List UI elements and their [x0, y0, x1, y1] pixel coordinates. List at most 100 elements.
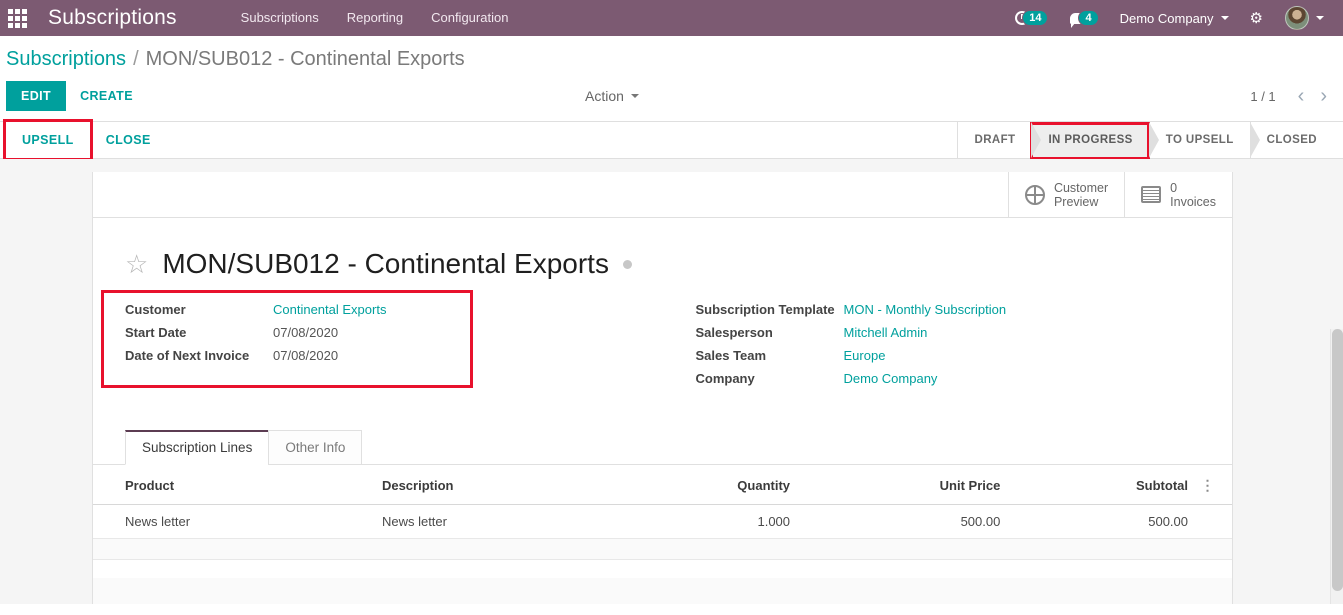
- stage-to-upsell[interactable]: TO UPSELL: [1148, 122, 1260, 158]
- scrollbar-thumb[interactable]: [1332, 329, 1343, 591]
- record-title-area: ☆ MON/SUB012 - Continental Exports: [93, 218, 1232, 280]
- field-sales-team: Sales Team Europe: [696, 348, 1233, 363]
- notebook: Subscription Lines Other Info: [93, 430, 1232, 465]
- messaging-menu[interactable]: 4: [1059, 10, 1109, 28]
- field-sales-team-label: Sales Team: [695, 348, 767, 363]
- chevron-down-icon: [1220, 16, 1229, 20]
- stat-buttons-box: Customer Preview 0 Invoices: [93, 172, 1232, 218]
- chevron-right-icon[interactable]: ›: [1312, 86, 1335, 106]
- field-company-value[interactable]: Demo Company: [844, 371, 938, 386]
- close-button[interactable]: CLOSE: [90, 122, 167, 158]
- nav-menu-reporting[interactable]: Reporting: [333, 0, 417, 36]
- pager-counter: 1 / 1: [1250, 88, 1276, 104]
- field-start-date-label: Start Date: [125, 325, 187, 340]
- record-pager: 1 / 1 ‹ ›: [1250, 86, 1335, 106]
- create-button[interactable]: CREATE: [66, 82, 147, 110]
- favorite-star-icon[interactable]: ☆: [125, 251, 148, 277]
- column-header-unit-price: Unit Price: [800, 465, 1011, 505]
- field-date-next-invoice-label: Date of Next Invoice: [125, 348, 250, 363]
- column-header-subtotal: Subtotal: [1010, 465, 1198, 505]
- table-row[interactable]: News letter News letter 1.000 500.00 500…: [93, 504, 1232, 539]
- avatar: [1285, 6, 1309, 30]
- field-sales-team-value[interactable]: Europe: [844, 348, 886, 363]
- vertical-dots-options-icon: ⋮: [1200, 477, 1216, 493]
- nav-menu-subscriptions[interactable]: Subscriptions: [227, 0, 333, 36]
- field-company: Company Demo Company: [696, 371, 1233, 386]
- company-name-label: Demo Company: [1119, 10, 1214, 26]
- field-subscription-template-label: Subscription Template: [695, 302, 835, 317]
- form-column-right: Subscription Template MON - Monthly Subs…: [663, 302, 1233, 394]
- messages-count-badge: 4: [1078, 10, 1099, 26]
- form-view-body: Customer Preview 0 Invoices ☆ MON/SUB012…: [0, 159, 1343, 604]
- company-switcher[interactable]: Demo Company: [1110, 11, 1239, 26]
- activity-count-badge: 14: [1022, 10, 1049, 26]
- activity-menu[interactable]: 14: [1004, 10, 1059, 26]
- stage-pipeline: DRAFT IN PROGRESS TO UPSELL CLOSED: [957, 122, 1343, 158]
- cell-unit-price[interactable]: 500.00: [800, 504, 1011, 539]
- tab-other-info[interactable]: Other Info: [268, 430, 363, 465]
- subscription-lines-table: Product Description Quantity Unit Price …: [93, 465, 1232, 604]
- cell-subtotal[interactable]: 500.00: [1010, 504, 1198, 539]
- invoices-count: 0: [1170, 180, 1178, 195]
- field-customer: Customer Continental Exports: [125, 302, 663, 317]
- globe-icon: [1024, 184, 1045, 205]
- cell-product[interactable]: News letter: [93, 504, 372, 539]
- column-header-product: Product: [93, 465, 372, 505]
- stage-in-progress[interactable]: IN PROGRESS: [1031, 122, 1159, 158]
- chevron-left-icon[interactable]: ‹: [1290, 86, 1313, 106]
- stage-closed[interactable]: CLOSED: [1249, 122, 1333, 158]
- invoices-label: Invoices: [1170, 194, 1216, 209]
- vertical-scrollbar[interactable]: [1330, 329, 1343, 604]
- field-start-date: Start Date 07/08/2020: [125, 325, 663, 340]
- top-navbar: Subscriptions Subscriptions Reporting Co…: [0, 0, 1343, 36]
- invoices-button[interactable]: 0 Invoices: [1124, 172, 1232, 217]
- developer-tools-button[interactable]: ⚙︎: [1239, 11, 1274, 26]
- field-subscription-template-value[interactable]: MON - Monthly Subscription: [844, 302, 1007, 317]
- field-salesperson: Salesperson Mitchell Admin: [696, 325, 1233, 340]
- customer-preview-button[interactable]: Customer Preview: [1007, 172, 1124, 217]
- page-title: MON/SUB012 - Continental Exports: [162, 248, 609, 279]
- form-fields: Customer Continental Exports Start Date …: [93, 280, 1232, 394]
- apps-grid-glyph: [7, 8, 27, 28]
- form-column-left: Customer Continental Exports Start Date …: [93, 302, 663, 394]
- upsell-highlight-box: UPSELL: [3, 119, 93, 161]
- field-customer-value[interactable]: Continental Exports: [273, 302, 386, 317]
- wrench-tools-icon: ⚙︎: [1249, 9, 1263, 27]
- notebook-tabs: Subscription Lines Other Info: [125, 430, 1232, 465]
- app-brand-title: Subscriptions: [48, 6, 177, 29]
- stage-draft[interactable]: DRAFT: [957, 122, 1042, 158]
- chevron-down-icon: [630, 94, 639, 98]
- cell-quantity[interactable]: 1.000: [610, 504, 801, 539]
- action-dropdown-label: Action: [585, 88, 624, 104]
- table-empty-row: [93, 578, 1232, 604]
- column-header-quantity: Quantity: [610, 465, 801, 505]
- field-salesperson-label: Salesperson: [695, 325, 773, 340]
- navbar-right-section: 14 4 Demo Company ⚙︎: [1004, 6, 1343, 30]
- field-company-label: Company: [695, 371, 755, 386]
- breadcrumb-current: MON/SUB012 - Continental Exports: [145, 48, 465, 70]
- status-bar: UPSELL CLOSE DRAFT IN PROGRESS TO UPSELL…: [0, 119, 1343, 161]
- field-customer-label: Customer: [125, 302, 186, 317]
- upsell-button[interactable]: UPSELL: [6, 122, 90, 158]
- field-date-next-invoice-value[interactable]: 07/08/2020: [273, 348, 338, 363]
- cell-description[interactable]: News letter: [371, 504, 611, 539]
- edit-button[interactable]: EDIT: [6, 81, 67, 111]
- user-menu[interactable]: [1274, 6, 1335, 30]
- action-dropdown[interactable]: Action: [585, 88, 639, 104]
- table-header-row: Product Description Quantity Unit Price …: [93, 465, 1232, 505]
- column-header-description: Description: [371, 465, 611, 505]
- table-empty-row: [93, 538, 1232, 560]
- tab-subscription-lines[interactable]: Subscription Lines: [125, 430, 270, 465]
- field-start-date-value[interactable]: 07/08/2020: [273, 325, 338, 340]
- field-salesperson-value[interactable]: Mitchell Admin: [844, 325, 928, 340]
- nav-menu-configuration[interactable]: Configuration: [417, 0, 522, 36]
- table-spacer-row: [93, 560, 1232, 579]
- column-options-button[interactable]: ⋮: [1198, 465, 1232, 505]
- field-date-next-invoice: Date of Next Invoice 07/08/2020: [125, 348, 663, 363]
- breadcrumb-root-link[interactable]: Subscriptions: [6, 48, 126, 71]
- chevron-down-icon: [1316, 16, 1324, 20]
- breadcrumb: Subscriptions / MON/SUB012 - Continental…: [0, 36, 1343, 77]
- apps-grid-icon[interactable]: [0, 8, 34, 28]
- invoice-book-icon: [1141, 186, 1162, 203]
- status-dot-icon[interactable]: [622, 259, 632, 269]
